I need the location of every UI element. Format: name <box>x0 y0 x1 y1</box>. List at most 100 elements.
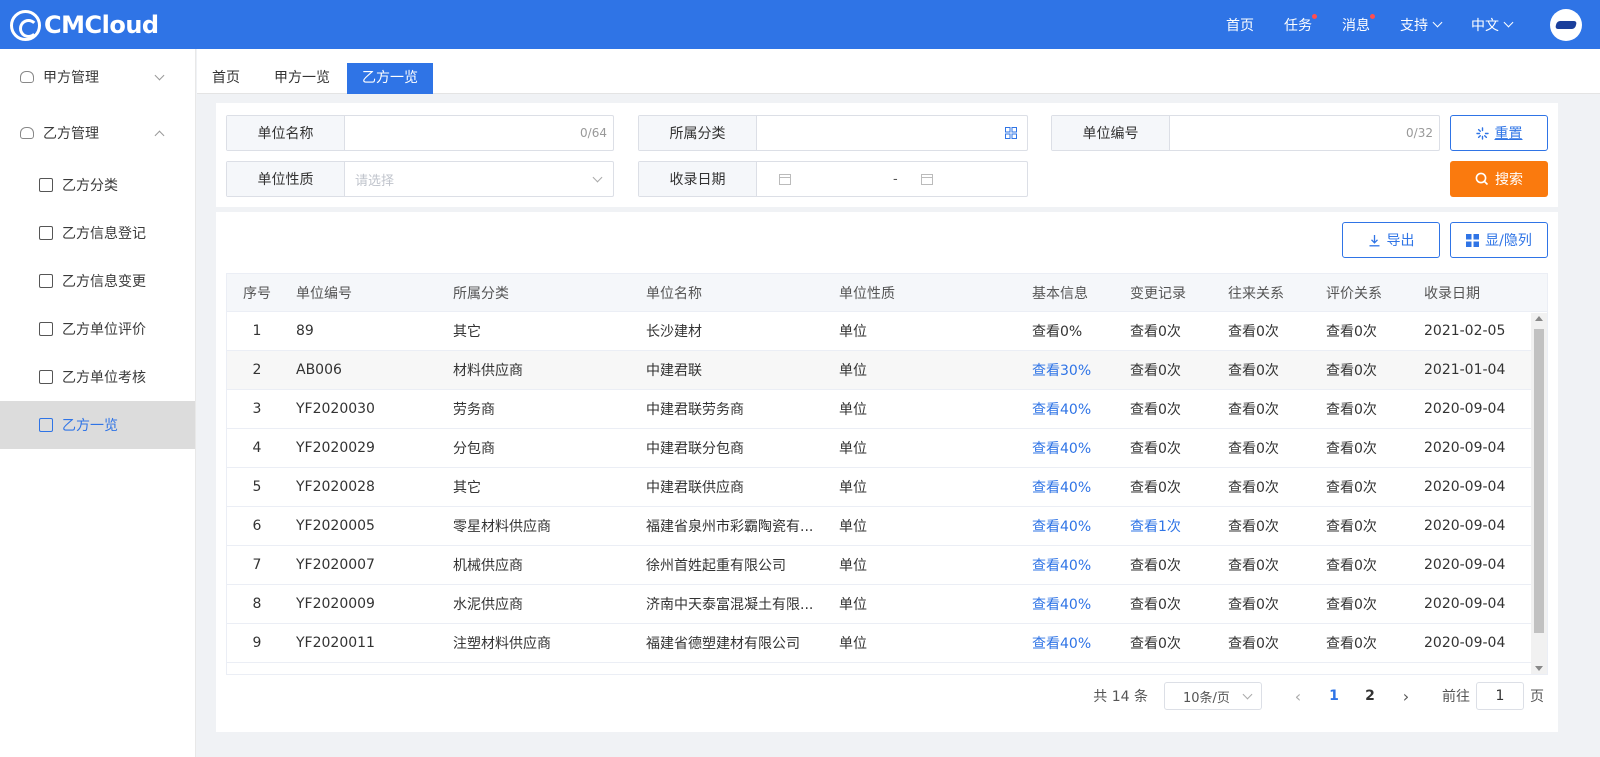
unit-name-input[interactable]: 0/64 <box>345 116 613 150</box>
view-link-cell[interactable]: 查看0次 <box>1219 516 1317 536</box>
view-link-cell[interactable]: 查看0次 <box>1121 555 1219 575</box>
view-link-cell[interactable]: 查看0次 <box>1317 360 1415 380</box>
sidebar-item-change[interactable]: 乙方信息变更 <box>0 257 195 305</box>
tab-party-a-list[interactable]: 甲方一览 <box>259 63 345 94</box>
view-link-cell[interactable]: 查看0次 <box>1121 633 1219 653</box>
view-link-cell[interactable]: 查看0次 <box>1317 633 1415 653</box>
column-header[interactable]: 收录日期 <box>1415 283 1525 303</box>
view-link-cell[interactable]: 查看0次 <box>1317 594 1415 614</box>
prev-page-icon[interactable]: ‹ <box>1280 687 1316 706</box>
view-link-cell[interactable]: 查看0次 <box>1121 477 1219 497</box>
view-link-cell[interactable]: 查看1次 <box>1121 516 1219 536</box>
unit-nature-select[interactable]: 请选择 <box>345 162 613 196</box>
view-link-cell[interactable]: 查看0次 <box>1317 555 1415 575</box>
sidebar-item-label: 乙方信息变更 <box>62 274 146 290</box>
page-number[interactable]: 1 <box>1316 688 1352 704</box>
view-link-cell[interactable]: 查看0次 <box>1219 633 1317 653</box>
column-header[interactable]: 往来关系 <box>1219 283 1317 303</box>
table-row[interactable]: 6 YF2020005 零星材料供应商 福建省泉州市彩霸陶瓷有... 单位 查看40% 查看… <box>227 507 1547 546</box>
view-link-cell[interactable]: 查看40% <box>1023 399 1121 419</box>
sidebar-group-party-a[interactable]: 甲方管理 <box>0 49 195 105</box>
grid-icon[interactable] <box>1005 127 1017 139</box>
sidebar-item-category[interactable]: 乙方分类 <box>0 161 195 209</box>
column-header[interactable]: 单位性质 <box>830 283 1023 303</box>
view-link-cell[interactable]: 查看0次 <box>1317 399 1415 419</box>
view-link-cell[interactable]: 查看0次 <box>1219 399 1317 419</box>
column-header[interactable]: 序号 <box>227 283 287 303</box>
view-link-cell[interactable]: 查看40% <box>1023 633 1121 653</box>
toggle-columns-button[interactable]: 显/隐列 <box>1450 222 1548 258</box>
search-button[interactable]: 搜索 <box>1450 161 1548 197</box>
unit-code-input[interactable]: 0/32 <box>1170 116 1439 150</box>
view-link-cell[interactable]: 查看0次 <box>1317 477 1415 497</box>
table-row[interactable]: 9 YF2020011 注塑材料供应商 福建省德塑建材有限公司 单位 查看40% 查看0次查… <box>227 624 1547 663</box>
table-cell: 89 <box>296 323 314 339</box>
export-button[interactable]: 导出 <box>1342 222 1440 258</box>
view-link-cell[interactable]: 查看0次 <box>1219 360 1317 380</box>
scrollbar-thumb[interactable] <box>1534 329 1544 633</box>
table-cell: 单位 <box>839 441 867 457</box>
nav-messages[interactable]: 消息 <box>1342 13 1375 35</box>
sidebar-item-assessment[interactable]: 乙方单位考核 <box>0 353 195 401</box>
column-header[interactable]: 单位编号 <box>287 283 444 303</box>
sidebar-item-evaluation[interactable]: 乙方单位评价 <box>0 305 195 353</box>
view-link-cell[interactable]: 查看0次 <box>1121 360 1219 380</box>
view-link-cell[interactable]: 查看40% <box>1023 594 1121 614</box>
view-link-cell[interactable]: 查看40% <box>1023 438 1121 458</box>
columns-label: 显/隐列 <box>1485 233 1532 249</box>
sidebar-item-register[interactable]: 乙方信息登记 <box>0 209 195 257</box>
tab-party-b-list[interactable]: 乙方一览 <box>347 63 433 94</box>
view-link-cell[interactable]: 查看0次 <box>1121 399 1219 419</box>
nav-language[interactable]: 中文 <box>1471 15 1514 35</box>
avatar[interactable] <box>1550 8 1582 41</box>
table-row[interactable]: 2 AB006 材料供应商 中建君联 单位 查看30% 查看0次 查看0次 查看0次 2021-0… <box>227 351 1547 390</box>
nav-support[interactable]: 支持 <box>1400 15 1443 35</box>
view-link-cell[interactable]: 查看0次 <box>1121 594 1219 614</box>
sidebar-item-overview[interactable]: 乙方一览 <box>0 401 195 449</box>
goto-page-input[interactable]: 1 <box>1476 682 1524 710</box>
column-header[interactable]: 变更记录 <box>1121 283 1219 303</box>
nav-tasks[interactable]: 任务 <box>1284 13 1317 35</box>
sidebar-group-party-b[interactable]: 乙方管理 <box>0 105 195 161</box>
nav-home[interactable]: 首页 <box>1226 15 1254 35</box>
view-link-cell[interactable]: 查看0% <box>1023 321 1121 341</box>
table-cell: 2020-09-04 <box>1424 596 1506 612</box>
column-header[interactable]: 单位名称 <box>637 283 830 303</box>
view-link-cell[interactable]: 查看40% <box>1023 516 1121 536</box>
export-label: 导出 <box>1386 233 1415 249</box>
table-row[interactable]: 8 YF2020009 水泥供应商 济南中天泰富混凝土有限... 单位 查看40% 查看0次… <box>227 585 1547 624</box>
view-link-cell[interactable]: 查看0次 <box>1219 594 1317 614</box>
page-number[interactable]: 2 <box>1352 688 1388 704</box>
view-link-cell[interactable]: 查看40% <box>1023 477 1121 497</box>
column-header[interactable]: 评价关系 <box>1317 283 1415 303</box>
view-link-cell[interactable]: 查看0次 <box>1317 438 1415 458</box>
table-row[interactable]: 1 89 其它 长沙建材 单位 查看0% 查看0次 查看0次 查看0次 2021-02-05 <box>227 312 1547 351</box>
tab-home[interactable]: 首页 <box>197 63 255 94</box>
table-row[interactable]: 5 YF2020028 其它 中建君联供应商 单位 查看40% 查看0次 查看0次 查看0次 20… <box>227 468 1547 507</box>
page-size-select[interactable]: 10条/页 <box>1164 682 1262 710</box>
view-link-cell[interactable]: 查看0次 <box>1219 321 1317 341</box>
table-row[interactable]: 4 YF2020029 分包商 中建君联分包商 单位 查看40% 查看0次 查看0次 查看0次 2… <box>227 429 1547 468</box>
pagination: 共 14 条 10条/页 ‹ 1 2 › 前往 1 页 <box>1093 682 1558 710</box>
view-link-cell[interactable]: 查看0次 <box>1219 555 1317 575</box>
brand-logo[interactable]: CMCloud <box>10 9 159 41</box>
view-link-cell[interactable]: 查看40% <box>1023 555 1121 575</box>
view-link-cell[interactable]: 查看30% <box>1023 360 1121 380</box>
view-link-cell[interactable]: 查看0次 <box>1219 477 1317 497</box>
view-link-cell[interactable]: 查看0次 <box>1121 321 1219 341</box>
scroll-up-icon[interactable] <box>1535 316 1543 321</box>
column-header[interactable]: 基本信息 <box>1023 283 1121 303</box>
date-range-input[interactable]: - <box>757 162 1027 196</box>
view-link-cell[interactable]: 查看0次 <box>1219 438 1317 458</box>
table-row[interactable]: 3 YF2020030 劳务商 中建君联劳务商 单位 查看40% 查看0次 查看0次 查看0次 2… <box>227 390 1547 429</box>
view-link-cell[interactable]: 查看0次 <box>1121 438 1219 458</box>
view-link-cell[interactable]: 查看0次 <box>1317 321 1415 341</box>
category-input[interactable] <box>757 116 1027 150</box>
view-link-cell[interactable]: 查看0次 <box>1317 516 1415 536</box>
next-page-icon[interactable]: › <box>1388 687 1424 706</box>
table-row[interactable]: 7 YF2020007 机械供应商 徐州首姓起重有限公司 单位 查看40% 查看0次 查看0次… <box>227 546 1547 585</box>
table-scrollbar[interactable] <box>1531 313 1547 674</box>
column-header[interactable]: 所属分类 <box>444 283 637 303</box>
scroll-down-icon[interactable] <box>1535 666 1543 671</box>
reset-button[interactable]: 重置 <box>1450 115 1548 151</box>
